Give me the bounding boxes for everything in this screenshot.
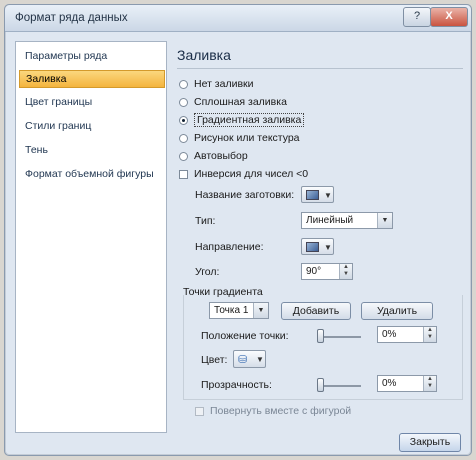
option-label: Нет заливки bbox=[194, 78, 254, 90]
option-rotate-with-shape[interactable]: Повернуть вместе с фигурой bbox=[195, 404, 351, 418]
chevron-down-icon: ▼ bbox=[256, 355, 264, 364]
sidebar-item-series-options[interactable]: Параметры ряда bbox=[19, 48, 165, 64]
chevron-down-icon[interactable]: ▼ bbox=[253, 303, 268, 318]
sidebar-item-border-styles[interactable]: Стили границ bbox=[19, 118, 165, 134]
stop-position-input[interactable]: 0% ▲ ▼ bbox=[377, 326, 437, 343]
direction-swatch-icon bbox=[306, 242, 319, 252]
sidebar-item-shadow[interactable]: Тень bbox=[19, 142, 165, 158]
spin-arrows-icon[interactable]: ▲ ▼ bbox=[339, 264, 352, 279]
option-gradient-fill[interactable]: Градиентная заливка bbox=[179, 113, 305, 127]
spin-arrows-icon[interactable]: ▲ ▼ bbox=[423, 376, 436, 391]
stop-position-slider-thumb[interactable] bbox=[317, 329, 324, 343]
type-value: Линейный bbox=[306, 215, 354, 226]
checkbox-invert-negative[interactable] bbox=[179, 169, 188, 179]
section-divider bbox=[177, 68, 463, 69]
option-label: Градиентная заливка bbox=[194, 113, 305, 127]
transparency-slider-thumb[interactable] bbox=[317, 378, 324, 392]
option-solid-fill[interactable]: Сплошная заливка bbox=[179, 95, 287, 109]
angle-label: Угол: bbox=[195, 266, 220, 278]
option-automatic[interactable]: Автовыбор bbox=[179, 149, 248, 163]
stop-value: Точка 1 bbox=[214, 305, 249, 316]
close-window-button[interactable]: X bbox=[430, 7, 468, 27]
chevron-down-icon[interactable]: ▼ bbox=[377, 213, 392, 228]
checkbox-rotate-with-shape[interactable] bbox=[195, 406, 204, 416]
fill-panel: Заливка Нет заливки Сплошная заливка Гра… bbox=[173, 41, 463, 421]
color-picker-button[interactable]: ⛁ ▼ bbox=[233, 350, 266, 368]
sidebar-item-border-color[interactable]: Цвет границы bbox=[19, 94, 165, 110]
radio-solid-fill[interactable] bbox=[179, 97, 188, 107]
option-picture-fill[interactable]: Рисунок или текстура bbox=[179, 131, 300, 145]
option-label: Сплошная заливка bbox=[194, 96, 287, 108]
chevron-down-icon: ▼ bbox=[324, 191, 332, 200]
add-stop-button[interactable]: Добавить bbox=[281, 302, 351, 320]
angle-input[interactable]: 90° ▲ ▼ bbox=[301, 263, 353, 280]
stop-position-value: 0% bbox=[382, 329, 397, 340]
option-label: Инверсия для чисел <0 bbox=[194, 168, 309, 180]
preset-label: Название заготовки: bbox=[195, 189, 295, 201]
transparency-input[interactable]: 0% ▲ ▼ bbox=[377, 375, 437, 392]
direction-label: Направление: bbox=[195, 241, 264, 253]
type-label: Тип: bbox=[195, 215, 216, 227]
preset-gradient-button[interactable]: ▼ bbox=[301, 186, 334, 203]
gradient-swatch-icon bbox=[306, 190, 319, 200]
angle-value: 90° bbox=[306, 266, 322, 277]
stop-select[interactable]: Точка 1 ▼ bbox=[209, 302, 269, 319]
sidebar-item-fill[interactable]: Заливка bbox=[19, 70, 165, 88]
direction-button[interactable]: ▼ bbox=[301, 238, 334, 255]
format-data-series-dialog: Формат ряда данных ? X Параметры ряда За… bbox=[4, 4, 472, 456]
spin-arrows-icon[interactable]: ▲ ▼ bbox=[423, 327, 436, 342]
radio-picture-fill[interactable] bbox=[179, 133, 188, 143]
transparency-label: Прозрачность: bbox=[201, 379, 272, 391]
section-title: Заливка bbox=[177, 47, 231, 63]
radio-gradient-fill[interactable] bbox=[179, 115, 188, 125]
sidebar-item-3d-format[interactable]: Формат объемной фигуры bbox=[19, 166, 165, 182]
help-button[interactable]: ? bbox=[403, 7, 431, 27]
option-label: Повернуть вместе с фигурой bbox=[210, 405, 352, 417]
close-button[interactable]: Закрыть bbox=[399, 433, 461, 452]
radio-automatic[interactable] bbox=[179, 151, 188, 161]
radio-no-fill[interactable] bbox=[179, 79, 188, 89]
paint-bucket-icon: ⛁ bbox=[238, 354, 248, 366]
window-title: Формат ряда данных bbox=[15, 12, 128, 24]
category-list: Параметры ряда Заливка Цвет границы Стил… bbox=[15, 41, 167, 433]
title-bar[interactable]: Формат ряда данных ? X bbox=[5, 5, 471, 32]
stop-position-label: Положение точки: bbox=[201, 330, 289, 342]
option-label: Рисунок или текстура bbox=[194, 132, 300, 144]
option-label: Автовыбор bbox=[194, 150, 248, 162]
color-label: Цвет: bbox=[201, 354, 228, 366]
option-invert-negative[interactable]: Инверсия для чисел <0 bbox=[179, 167, 308, 181]
chevron-down-icon: ▼ bbox=[324, 243, 332, 252]
type-select[interactable]: Линейный ▼ bbox=[301, 212, 393, 229]
remove-stop-button[interactable]: Удалить bbox=[361, 302, 433, 320]
transparency-value: 0% bbox=[382, 378, 397, 389]
option-no-fill[interactable]: Нет заливки bbox=[179, 77, 253, 91]
